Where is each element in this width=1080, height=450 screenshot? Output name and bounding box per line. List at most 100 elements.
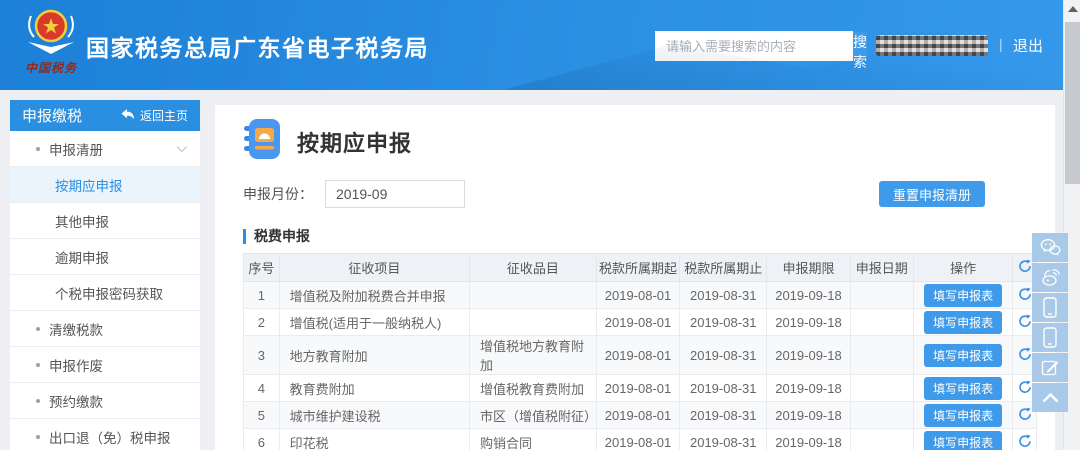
cell-declare-date — [850, 282, 913, 309]
table-row: 5城市维护建设税市区（增值税附征）2019-08-012019-08-31201… — [244, 402, 1037, 429]
sidebar-item[interactable]: 出口退（免）税申报 — [10, 419, 200, 450]
refresh-icon[interactable] — [1018, 380, 1032, 394]
username-redacted — [876, 35, 988, 56]
logo: 中国税务 — [16, 6, 86, 76]
sidebar-item[interactable]: 逾期申报 — [10, 239, 200, 275]
cell-period-start: 2019-08-01 — [596, 282, 679, 309]
weibo-icon[interactable] — [1032, 263, 1068, 292]
cell-deadline: 2019-09-18 — [767, 375, 850, 402]
table-row: 4教育费附加增值税教育费附加2019-08-012019-08-312019-0… — [244, 375, 1037, 402]
feedback-icon[interactable] — [1032, 353, 1068, 382]
search-input[interactable] — [656, 32, 852, 60]
refresh-icon[interactable] — [1018, 314, 1032, 328]
logout-link[interactable]: 退出 — [1013, 35, 1043, 56]
sidebar: 申报缴税 返回主页 申报清册按期应申报其他申报逾期申报个税申报密码获取清缴税款申… — [10, 100, 200, 450]
cell-period-start: 2019-08-01 — [596, 402, 679, 429]
sidebar-item-label: 申报清册 — [49, 139, 103, 159]
cell-item — [470, 309, 597, 336]
declaration-book-icon — [243, 118, 283, 165]
refresh-icon[interactable] — [1018, 347, 1032, 361]
month-label: 申报月份： — [243, 184, 313, 204]
china-tax-emblem-icon — [20, 43, 82, 60]
sidebar-item[interactable]: 个税申报密码获取 — [10, 275, 200, 311]
floating-toolbar — [1032, 233, 1068, 412]
scroll-up-arrow-icon[interactable] — [1068, 6, 1078, 12]
bullet-icon — [36, 147, 40, 151]
sidebar-item[interactable]: 按期应申报 — [10, 167, 200, 203]
fill-declaration-button[interactable]: 填写申报表 — [924, 344, 1002, 367]
month-form-row: 申报月份： 重置申报清册 — [215, 180, 1055, 208]
sidebar-item-label: 逾期申报 — [55, 247, 109, 267]
cell-period-end: 2019-08-31 — [680, 309, 767, 336]
bullet-icon — [36, 327, 40, 331]
cell-action: 填写申报表 — [914, 375, 1013, 402]
sidebar-item[interactable]: 清缴税款 — [10, 311, 200, 347]
cell-project: 地方教育附加 — [279, 336, 469, 375]
scrollbar-thumb[interactable] — [1065, 22, 1080, 184]
column-header: 征收项目 — [279, 254, 469, 282]
column-header: 征收品目 — [470, 254, 597, 282]
cell-index: 6 — [244, 429, 280, 450]
fill-declaration-button[interactable]: 填写申报表 — [924, 377, 1002, 400]
declaration-table: 序号征收项目征收品目税款所属期起税款所属期止申报期限申报日期操作 1增值税及附加… — [243, 253, 1037, 450]
cell-action: 填写申报表 — [914, 429, 1013, 450]
fill-declaration-button[interactable]: 填写申报表 — [924, 284, 1002, 307]
refresh-icon[interactable] — [1018, 407, 1032, 421]
fill-declaration-button[interactable]: 填写申报表 — [924, 311, 1002, 334]
header-separator: | — [999, 36, 1003, 52]
cell-period-end: 2019-08-31 — [680, 336, 767, 375]
site-title: 国家税务总局广东省电子税务局 — [86, 29, 429, 63]
cell-period-start: 2019-08-01 — [596, 309, 679, 336]
sidebar-item-label: 个税申报密码获取 — [55, 283, 163, 303]
sidebar-item[interactable]: 申报清册 — [10, 131, 200, 167]
table-row: 6印花税购销合同2019-08-012019-08-312019-09-18填写… — [244, 429, 1037, 450]
sidebar-item-label: 申报作废 — [49, 355, 103, 375]
cell-project: 城市维护建设税 — [279, 402, 469, 429]
cell-period-end: 2019-08-31 — [680, 282, 767, 309]
bullet-icon — [36, 435, 40, 439]
wechat-icon[interactable] — [1032, 233, 1068, 262]
refresh-icon[interactable] — [1018, 434, 1032, 448]
cell-deadline: 2019-09-18 — [767, 309, 850, 336]
back-home-link[interactable]: 返回主页 — [121, 107, 188, 124]
sidebar-header: 申报缴税 返回主页 — [10, 100, 200, 131]
column-header: 操作 — [914, 254, 1013, 282]
refresh-icon[interactable] — [1018, 259, 1032, 273]
back-home-label: 返回主页 — [140, 107, 188, 124]
month-input[interactable] — [325, 180, 465, 208]
search-button[interactable]: 搜索 — [852, 32, 867, 60]
column-header: 序号 — [244, 254, 280, 282]
sidebar-item[interactable]: 其他申报 — [10, 203, 200, 239]
refresh-icon[interactable] — [1018, 287, 1032, 301]
reset-declaration-button[interactable]: 重置申报清册 — [879, 181, 985, 207]
cell-period-end: 2019-08-31 — [680, 429, 767, 450]
cell-project: 增值税及附加税费合并申报 — [279, 282, 469, 309]
cell-item: 市区（增值税附征） — [470, 402, 597, 429]
cell-declare-date — [850, 309, 913, 336]
bullet-icon — [36, 399, 40, 403]
cell-action: 填写申报表 — [914, 309, 1013, 336]
fill-declaration-button[interactable]: 填写申报表 — [924, 431, 1002, 450]
cell-declare-date — [850, 336, 913, 375]
page-title: 按期应申报 — [297, 126, 412, 158]
cell-item: 购销合同 — [470, 429, 597, 450]
page-title-row: 按期应申报 — [243, 118, 1055, 165]
cell-deadline: 2019-09-18 — [767, 402, 850, 429]
cell-action: 填写申报表 — [914, 402, 1013, 429]
sidebar-item[interactable]: 申报作废 — [10, 347, 200, 383]
cell-project: 教育费附加 — [279, 375, 469, 402]
sidebar-menu: 申报清册按期应申报其他申报逾期申报个税申报密码获取清缴税款申报作废预约缴款出口退… — [10, 131, 200, 450]
fill-declaration-button[interactable]: 填写申报表 — [924, 404, 1002, 427]
cell-refresh — [1013, 429, 1037, 450]
cell-period-start: 2019-08-01 — [596, 375, 679, 402]
mobile-icon[interactable] — [1032, 293, 1068, 322]
sidebar-item-label: 预约缴款 — [49, 391, 103, 411]
column-header: 申报日期 — [850, 254, 913, 282]
table-header-row: 序号征收项目征收品目税款所属期起税款所属期止申报期限申报日期操作 — [244, 254, 1037, 282]
sidebar-item-label: 出口退（免）税申报 — [49, 427, 171, 447]
sidebar-item[interactable]: 预约缴款 — [10, 383, 200, 419]
logo-caption: 中国税务 — [16, 59, 86, 76]
mobile-2-icon[interactable] — [1032, 323, 1068, 352]
cell-declare-date — [850, 429, 913, 450]
back-to-top-icon[interactable] — [1032, 383, 1068, 412]
